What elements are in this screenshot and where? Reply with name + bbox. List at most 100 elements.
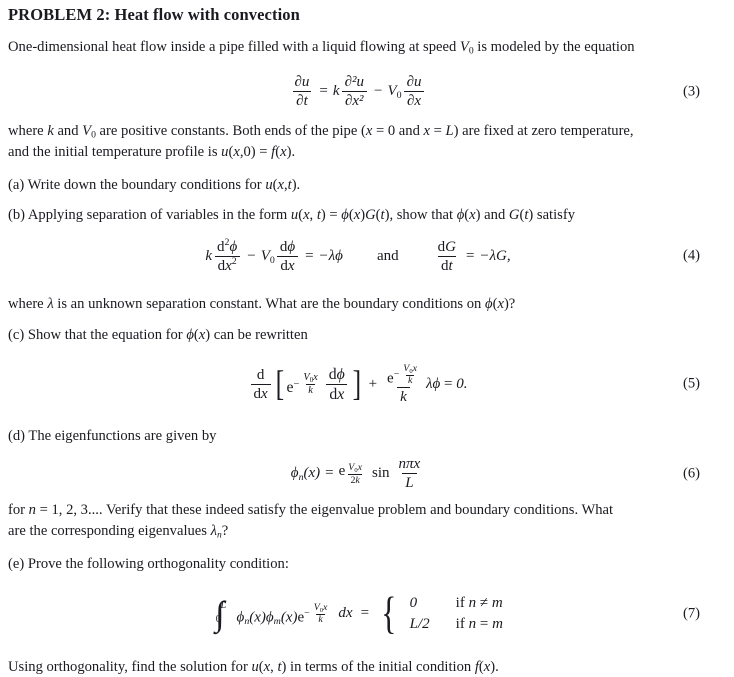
equation-3-row: ∂u ∂t = k ∂²u ∂x² − V0 ∂u ∂x (3): [8, 69, 708, 115]
eq7-case1-condition: if n ≠ m: [455, 594, 503, 611]
eq7-exp-numerator: V0x: [313, 601, 328, 614]
eq7-case1-value: 0: [409, 594, 418, 611]
eq5-exponent: − V0x k: [293, 371, 318, 396]
item-e: (e) Prove the following orthogonality co…: [8, 555, 289, 572]
eq5-inner-numerator: dϕ: [328, 365, 345, 383]
eq4-term1-numerator: d2ϕ: [217, 236, 238, 255]
left-bracket-icon: [: [275, 363, 284, 404]
eq7-exp-denominator: k: [316, 613, 325, 626]
eq7-integrand: ϕn(x)ϕm(x)e − V0x k: [237, 602, 331, 626]
equation-4-row: k d2ϕ dx2 − V0 dϕ dx = −λϕ and dG dt = −…: [8, 232, 708, 280]
intro-paragraph: One-dimensional heat flow inside a pipe …: [8, 39, 635, 58]
page-title: PROBLEM 2: Heat flow with convection: [8, 4, 708, 25]
eq6-exp-numerator: V0x: [348, 462, 362, 475]
document-body: PROBLEM 2: Heat flow with convection One…: [8, 4, 708, 677]
after-eq4-paragraph: where λ is an unknown separation constan…: [8, 296, 516, 313]
eq6-lhs: ϕn(x): [290, 465, 321, 483]
eq3-equals: =: [319, 83, 328, 100]
eq3-term2-fraction: ∂u ∂x: [403, 74, 425, 109]
eq7-case2-value: L/2: [409, 615, 430, 632]
eq7-case2-condition: if n = m: [455, 615, 503, 632]
eq5-d-denominator: dx: [250, 383, 271, 402]
document-page: PROBLEM 2: Heat flow with convection One…: [0, 0, 734, 675]
eq5-inner-denominator: dx: [326, 383, 348, 403]
eq4-term2-numerator: dϕ: [279, 238, 296, 255]
eq6-exponential: e V0x 2k: [339, 462, 365, 486]
eq4-minus: −: [247, 247, 256, 264]
equation-3: ∂u ∂t = k ∂²u ∂x² − V0 ∂u ∂x: [290, 74, 427, 109]
after-eq3-line2: and the initial temperature profile is u…: [8, 144, 296, 161]
eq4-and: and: [376, 247, 399, 264]
eq6-exponent: V0x 2k: [345, 463, 365, 486]
eq7-case-1: 0 if n ≠ m: [402, 593, 503, 614]
problem-title-text: Heat flow with convection: [114, 5, 300, 24]
eq4-term3-denominator: dt: [437, 255, 456, 274]
left-brace-icon: {: [381, 588, 397, 639]
eq4-V0: V0: [260, 247, 275, 266]
eq4-term2-fraction: dϕ dx: [277, 239, 298, 274]
eq6-arg-denominator: L: [402, 473, 417, 491]
eq5-exponential: e − V0x k: [286, 372, 320, 397]
item-c: (c) Show that the equation for ϕ(x) can …: [8, 326, 308, 343]
eq4-k: k: [205, 247, 213, 264]
eq5-tail: λϕ = 0.: [425, 375, 468, 392]
equation-6-number: (6): [682, 465, 700, 482]
eq5-inner-fraction: dϕ dx: [326, 366, 348, 403]
eq4-equals: =: [305, 247, 314, 264]
equation-7-row: ∫ L 0 ϕn(x)ϕm(x)e − V0x k dx = { 0 if n ≠ m L…: [8, 585, 708, 643]
eq3-lhs-denominator: ∂t: [293, 91, 311, 109]
eq5-bracket-group: [ e − V0x k dϕ dx ]: [273, 366, 364, 403]
eq3-term2-numerator: ∂u: [406, 74, 422, 91]
problem-label: PROBLEM 2:: [8, 5, 111, 24]
eq7-integral-lower-limit: 0: [215, 614, 221, 626]
after-eq6-line1: for n = 1, 2, 3.... Verify that these in…: [8, 501, 614, 518]
eq4-rhs: −λϕ: [318, 247, 343, 264]
integral-icon: ∫ L 0: [215, 594, 227, 633]
eq5-exp-denominator: k: [306, 384, 315, 396]
eq7-equals: =: [360, 605, 370, 622]
eq5-second-numerator: e − V0x k: [387, 363, 417, 387]
eq3-minus: −: [373, 83, 383, 100]
eq6-equals: =: [325, 465, 334, 482]
eq4-term1-fraction: d2ϕ dx2: [214, 236, 240, 274]
eq3-term1-fraction: ∂²u ∂x²: [341, 74, 367, 109]
closing-paragraph: Using orthogonality, find the solution f…: [8, 658, 499, 675]
equation-4: k d2ϕ dx2 − V0 dϕ dx = −λϕ and dG dt = −…: [205, 236, 511, 274]
equation-7: ∫ L 0 ϕn(x)ϕm(x)e − V0x k dx = { 0 if n ≠ m L…: [213, 588, 503, 639]
equation-7-number: (7): [682, 605, 700, 622]
eq5-d-numerator: d: [256, 366, 265, 383]
equation-5-number: (5): [682, 375, 700, 392]
eq7-integral-upper-limit: L: [220, 600, 227, 612]
eq3-V0: V0: [387, 83, 402, 102]
eq7-dx: dx: [338, 605, 353, 622]
equation-3-number: (3): [682, 83, 700, 100]
right-bracket-icon: ]: [352, 363, 361, 404]
item-b: (b) Applying separation of variables in …: [8, 207, 575, 224]
eq6-arg-numerator: nπx: [398, 456, 421, 472]
after-eq6-line2: are the corresponding eigenvalues λn?: [8, 523, 229, 541]
eq6-sin: sin: [372, 465, 390, 482]
eq4-rhs2: −λG,: [479, 247, 511, 264]
eq7-exponent: − V0x k: [304, 601, 328, 626]
eq5-second-denominator: k: [397, 387, 410, 405]
eq7-cases: 0 if n ≠ m L/2 if n = m: [402, 593, 503, 636]
eq4-term1-denominator: dx2: [214, 255, 240, 274]
eq4-term3-fraction: dG dt: [435, 239, 459, 274]
equation-5-row: d dx [ e − V0x k dϕ dx ] + e − V0x k k λ…: [8, 356, 708, 412]
eq7-case-2: L/2 if n = m: [402, 614, 503, 635]
eq5-second-fraction: e − V0x k k: [384, 363, 423, 406]
after-eq3-line1: where k and V0 are positive constants. B…: [8, 122, 634, 141]
eq3-term1-numerator: ∂²u: [344, 74, 364, 91]
eq5-d-dx-fraction: d dx: [250, 366, 271, 402]
eq4-term3-numerator: dG: [437, 238, 456, 255]
equation-6: ϕn(x) = e V0x 2k sin nπx L: [291, 456, 425, 491]
eq6-argument-fraction: nπx L: [396, 456, 424, 491]
item-d: (d) The eigenfunctions are given by: [8, 428, 217, 445]
eq3-lhs-numerator: ∂u: [294, 74, 310, 91]
eq5-plus: +: [368, 375, 378, 392]
eq4-term2-denominator: dx: [277, 255, 298, 274]
item-a: (a) Write down the boundary conditions f…: [8, 176, 301, 193]
equation-4-number: (4): [682, 247, 700, 264]
eq3-k: k: [332, 83, 340, 100]
equation-6-row: ϕn(x) = e V0x 2k sin nπx L (6): [8, 454, 708, 494]
